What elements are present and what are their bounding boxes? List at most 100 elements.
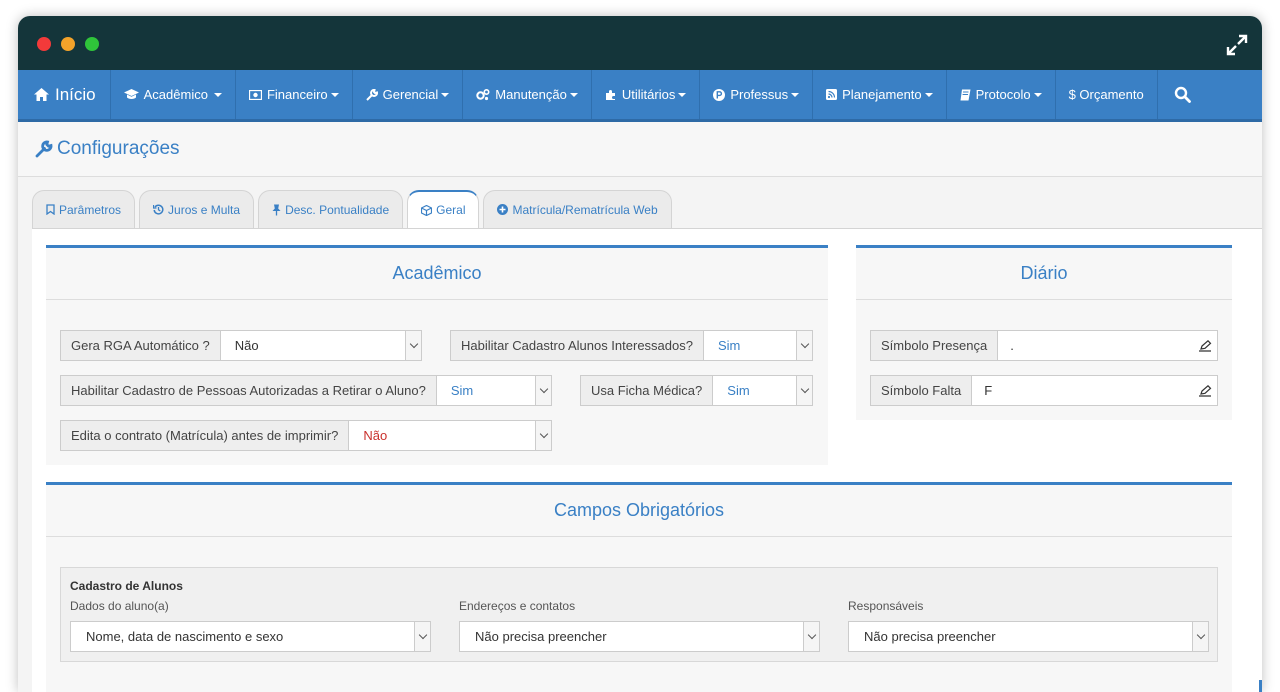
simbolo-presenca-label: Símbolo Presença bbox=[871, 331, 999, 360]
academico-title: Acadêmico bbox=[46, 248, 828, 300]
nav-financeiro[interactable]: Financeiro bbox=[236, 70, 353, 119]
pessoas-autorizadas-value[interactable]: Sim bbox=[437, 376, 535, 405]
ficha-medica-value[interactable]: Sim bbox=[713, 376, 796, 405]
enderecos-contatos-value: Não precisa preencher bbox=[475, 629, 607, 644]
nav-professus[interactable]: Professus bbox=[700, 70, 814, 119]
nav-protocolo[interactable]: Protocolo bbox=[947, 70, 1056, 119]
nav-planejamento-label: Planejamento bbox=[842, 87, 922, 102]
nav-academico[interactable]: Acadêmico bbox=[111, 70, 236, 119]
wrench-icon bbox=[365, 88, 378, 101]
cadastro-interessados-value[interactable]: Sim bbox=[704, 331, 796, 360]
gera-rga-field[interactable]: Gera RGA Automático ? Não bbox=[60, 330, 422, 361]
chevron-down-icon[interactable] bbox=[414, 622, 430, 651]
nav-gerencial[interactable]: Gerencial bbox=[353, 70, 464, 119]
simbolo-falta-input[interactable]: F bbox=[972, 376, 1193, 405]
tab-parametros[interactable]: Parâmetros bbox=[32, 190, 136, 228]
close-window-button[interactable] bbox=[37, 37, 51, 51]
ficha-medica-label: Usa Ficha Médica? bbox=[581, 376, 714, 405]
edita-contrato-value[interactable]: Não bbox=[349, 421, 535, 450]
nav-home-label: Início bbox=[55, 84, 96, 104]
book-icon bbox=[960, 89, 971, 101]
nav-utilitarios[interactable]: Utilitários bbox=[592, 70, 701, 119]
wrench-icon bbox=[35, 140, 53, 158]
dados-aluno-select[interactable]: Nome, data de nascimento e sexo bbox=[70, 621, 431, 652]
page-header: Configurações bbox=[18, 122, 1262, 177]
chevron-down-icon bbox=[441, 92, 450, 97]
nav-orcamento[interactable]: $ Orçamento bbox=[1056, 70, 1158, 119]
nav-orcamento-label: $ Orçamento bbox=[1068, 87, 1144, 102]
chevron-down-icon bbox=[213, 92, 222, 97]
chevron-down-icon[interactable] bbox=[535, 421, 551, 450]
expand-icon[interactable] bbox=[1226, 34, 1248, 56]
academico-panel: Acadêmico Gera RGA Automático ? Não Habi… bbox=[46, 245, 828, 465]
scroll-indicator bbox=[1259, 680, 1262, 692]
tab-matricula-web-label: Matrícula/Rematrícula Web bbox=[512, 202, 658, 217]
campos-obrigatorios-panel: Campos Obrigatórios Cadastro de Alunos D… bbox=[46, 482, 1232, 692]
campos-obrigatorios-title: Campos Obrigatórios bbox=[46, 485, 1232, 537]
nav-planejamento[interactable]: Planejamento bbox=[813, 70, 947, 119]
diario-title: Diário bbox=[856, 248, 1232, 300]
chevron-down-icon bbox=[924, 92, 933, 97]
simbolo-presenca-field[interactable]: Símbolo Presença . bbox=[870, 330, 1218, 361]
plus-circle-icon bbox=[497, 204, 509, 215]
chevron-down-icon bbox=[678, 92, 687, 97]
cube-icon bbox=[421, 204, 433, 216]
page-title: Configurações bbox=[57, 138, 180, 159]
tab-geral[interactable]: Geral bbox=[407, 190, 480, 228]
search-icon bbox=[1174, 86, 1191, 103]
p-circle-icon bbox=[713, 88, 726, 101]
tab-juros-multa[interactable]: Juros e Multa bbox=[139, 190, 255, 228]
bookmark-icon bbox=[46, 204, 55, 215]
chevron-down-icon bbox=[569, 92, 578, 97]
pessoas-autorizadas-field[interactable]: Habilitar Cadastro de Pessoas Autorizada… bbox=[60, 375, 552, 406]
diario-panel: Diário Símbolo Presença . Símbolo Falta … bbox=[856, 245, 1232, 420]
chevron-down-icon[interactable] bbox=[796, 376, 812, 405]
enderecos-contatos-select[interactable]: Não precisa preencher bbox=[459, 621, 820, 652]
nav-manutencao[interactable]: Manutenção bbox=[463, 70, 592, 119]
graduation-cap-icon bbox=[123, 89, 139, 100]
simbolo-presenca-input[interactable]: . bbox=[998, 331, 1193, 360]
chevron-down-icon[interactable] bbox=[796, 331, 812, 360]
home-icon bbox=[33, 87, 50, 102]
tab-parametros-label: Parâmetros bbox=[59, 202, 122, 217]
money-icon bbox=[248, 89, 262, 100]
chevron-down-icon bbox=[1033, 92, 1042, 97]
simbolo-falta-label: Símbolo Falta bbox=[871, 376, 973, 405]
responsaveis-label: Responsáveis bbox=[848, 599, 924, 613]
chevron-down-icon[interactable] bbox=[803, 622, 819, 651]
edit-icon[interactable] bbox=[1193, 331, 1217, 360]
gera-rga-label: Gera RGA Automático ? bbox=[61, 331, 221, 360]
responsaveis-select[interactable]: Não precisa preencher bbox=[848, 621, 1209, 652]
nav-search[interactable] bbox=[1158, 70, 1207, 119]
main-navbar: Início Acadêmico Financeiro Gerencial Ma… bbox=[18, 70, 1262, 122]
pin-icon bbox=[272, 204, 281, 216]
puzzle-icon bbox=[605, 89, 617, 101]
ficha-medica-field[interactable]: Usa Ficha Médica? Sim bbox=[580, 375, 813, 406]
nav-academico-label: Acadêmico bbox=[143, 87, 208, 102]
chevron-down-icon[interactable] bbox=[535, 376, 551, 405]
chevron-down-icon[interactable] bbox=[405, 331, 421, 360]
minimize-window-button[interactable] bbox=[61, 37, 75, 51]
chevron-down-icon bbox=[791, 92, 800, 97]
edit-icon[interactable] bbox=[1193, 376, 1217, 405]
tab-matricula-web[interactable]: Matrícula/Rematrícula Web bbox=[483, 190, 672, 228]
edita-contrato-label: Edita o contrato (Matrícula) antes de im… bbox=[61, 421, 350, 450]
nav-utilitarios-label: Utilitários bbox=[621, 87, 676, 102]
simbolo-falta-field[interactable]: Símbolo Falta F bbox=[870, 375, 1218, 406]
cadastro-alunos-box: Cadastro de Alunos Dados do aluno(a) Nom… bbox=[60, 567, 1218, 662]
zoom-window-button[interactable] bbox=[85, 37, 99, 51]
gera-rga-value[interactable]: Não bbox=[221, 331, 405, 360]
nav-home[interactable]: Início bbox=[18, 70, 111, 119]
chevron-down-icon[interactable] bbox=[1192, 622, 1208, 651]
tab-juros-multa-label: Juros e Multa bbox=[168, 202, 241, 217]
nav-professus-label: Professus bbox=[730, 87, 789, 102]
cadastro-interessados-label: Habilitar Cadastro Alunos Interessados? bbox=[451, 331, 704, 360]
dados-aluno-label: Dados do aluno(a) bbox=[70, 599, 169, 613]
tab-desc-pontualidade[interactable]: Desc. Pontualidade bbox=[258, 190, 404, 228]
tab-geral-label: Geral bbox=[436, 203, 466, 217]
chevron-down-icon bbox=[330, 92, 339, 97]
cogs-icon bbox=[476, 88, 490, 101]
cadastro-interessados-field[interactable]: Habilitar Cadastro Alunos Interessados? … bbox=[450, 330, 813, 361]
edita-contrato-field[interactable]: Edita o contrato (Matrícula) antes de im… bbox=[60, 420, 552, 451]
responsaveis-value: Não precisa preencher bbox=[864, 629, 996, 644]
